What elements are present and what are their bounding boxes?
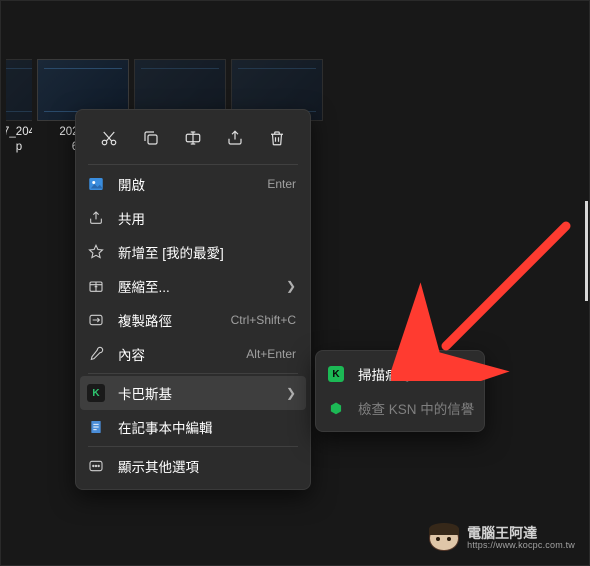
menu-label: 新增至 [我的最愛] bbox=[118, 242, 296, 262]
menu-label: 共用 bbox=[118, 208, 296, 228]
menu-properties[interactable]: 內容 Alt+Enter bbox=[80, 337, 306, 371]
delete-icon[interactable] bbox=[261, 122, 293, 154]
submenu-label: 掃描病毒 bbox=[358, 364, 470, 384]
separator bbox=[88, 446, 298, 447]
context-menu: 開啟 Enter 共用 新增至 [我的最愛] 壓縮至... ❯ 複製路徑 Ctr… bbox=[75, 109, 311, 490]
wrench-icon bbox=[86, 344, 106, 364]
menu-shortcut: Ctrl+Shift+C bbox=[231, 313, 296, 327]
quick-actions bbox=[80, 116, 306, 162]
reputation-icon: ⬢ bbox=[326, 398, 346, 418]
menu-label: 複製路徑 bbox=[118, 310, 219, 330]
menu-kaspersky[interactable]: K 卡巴斯基 ❯ bbox=[80, 376, 306, 410]
copy-icon[interactable] bbox=[135, 122, 167, 154]
path-icon bbox=[86, 310, 106, 330]
share-icon[interactable] bbox=[219, 122, 251, 154]
menu-label: 開啟 bbox=[118, 174, 255, 194]
menu-open[interactable]: 開啟 Enter bbox=[80, 167, 306, 201]
menu-label: 壓縮至... bbox=[118, 276, 274, 296]
watermark: 電腦王阿達 https://www.kocpc.com.tw bbox=[427, 523, 575, 553]
menu-favorites[interactable]: 新增至 [我的最愛] bbox=[80, 235, 306, 269]
kaspersky-icon: K bbox=[86, 383, 106, 403]
rename-icon[interactable] bbox=[177, 122, 209, 154]
menu-label: 顯示其他選項 bbox=[118, 456, 296, 476]
separator bbox=[88, 164, 298, 165]
submenu-scan-virus[interactable]: K 掃描病毒 bbox=[320, 357, 480, 391]
image-icon bbox=[86, 174, 106, 194]
menu-compress[interactable]: 壓縮至... ❯ bbox=[80, 269, 306, 303]
watermark-logo bbox=[427, 523, 461, 553]
scan-icon: K bbox=[326, 364, 346, 384]
watermark-url: https://www.kocpc.com.tw bbox=[467, 541, 575, 550]
menu-notepad[interactable]: 在記事本中編輯 bbox=[80, 410, 306, 444]
chevron-right-icon: ❯ bbox=[286, 386, 296, 400]
more-icon bbox=[86, 456, 106, 476]
archive-icon bbox=[86, 276, 106, 296]
menu-more-options[interactable]: 顯示其他選項 bbox=[80, 449, 306, 483]
menu-copy-path[interactable]: 複製路徑 Ctrl+Shift+C bbox=[80, 303, 306, 337]
menu-shortcut: Enter bbox=[267, 177, 296, 191]
thumbnail-partial[interactable]: 7_204 p bbox=[6, 59, 32, 155]
star-icon bbox=[86, 242, 106, 262]
separator bbox=[88, 373, 298, 374]
chevron-right-icon: ❯ bbox=[286, 279, 296, 293]
thumbnail-label: 7_204 p bbox=[6, 125, 32, 155]
menu-share[interactable]: 共用 bbox=[80, 201, 306, 235]
menu-label: 在記事本中編輯 bbox=[118, 417, 296, 437]
menu-label: 內容 bbox=[118, 344, 234, 364]
scrollbar-edge bbox=[585, 201, 588, 301]
share-icon bbox=[86, 208, 106, 228]
kaspersky-submenu: K 掃描病毒 ⬢ 檢查 KSN 中的信譽 bbox=[315, 350, 485, 432]
menu-shortcut: Alt+Enter bbox=[246, 347, 296, 361]
cut-icon[interactable] bbox=[93, 122, 125, 154]
submenu-label: 檢查 KSN 中的信譽 bbox=[358, 398, 474, 418]
notepad-icon bbox=[86, 417, 106, 437]
watermark-title: 電腦王阿達 bbox=[467, 526, 575, 541]
submenu-check-ksn[interactable]: ⬢ 檢查 KSN 中的信譽 bbox=[320, 391, 480, 425]
menu-label: 卡巴斯基 bbox=[118, 383, 274, 403]
